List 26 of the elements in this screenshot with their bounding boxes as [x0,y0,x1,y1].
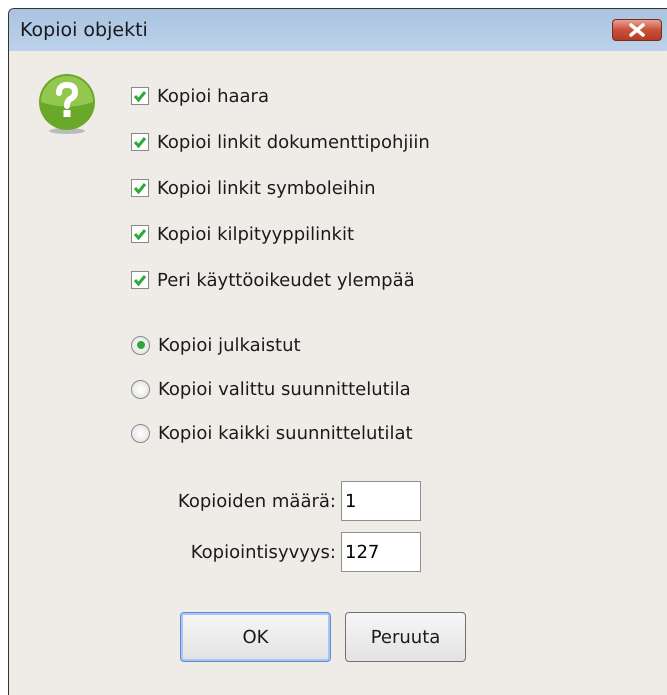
radio-label[interactable]: Kopioi valittu suunnittelutila [158,376,411,402]
field-label: Kopiointisyvyys: [190,540,336,564]
checkbox[interactable] [131,179,149,197]
radio-label[interactable]: Kopioi kaikki suunnittelutilat [158,420,413,446]
close-button[interactable] [612,19,662,41]
close-icon [627,23,647,37]
checkbox-label[interactable]: Kopioi linkit dokumenttipohjiin [157,128,430,156]
radio-button[interactable] [131,424,150,442]
radio-label[interactable]: Kopioi julkaistut [158,332,301,358]
checkbox-label[interactable]: Kopioi linkit symboleihin [157,174,376,202]
input-field[interactable]: 127 [341,532,421,572]
cancel-button[interactable]: Peruuta [345,612,466,662]
input-field[interactable]: 1 [341,481,421,521]
checkbox-label[interactable]: Kopioi haara [157,82,269,110]
radio-button[interactable] [131,336,150,354]
checkbox[interactable] [131,87,149,105]
checkbox[interactable] [131,225,149,243]
field-label: Kopioiden määrä: [178,490,336,514]
checkbox-label[interactable]: Peri käyttöoikeudet ylempää [157,266,415,294]
ok-button[interactable]: OK [180,612,331,662]
radio-button[interactable] [131,380,150,398]
window-title: Kopioi objekti [20,18,148,43]
question-icon [37,73,97,135]
checkbox[interactable] [131,271,149,289]
checkbox-label[interactable]: Kopioi kilpityyppilinkit [157,220,354,248]
checkbox[interactable] [131,133,149,151]
